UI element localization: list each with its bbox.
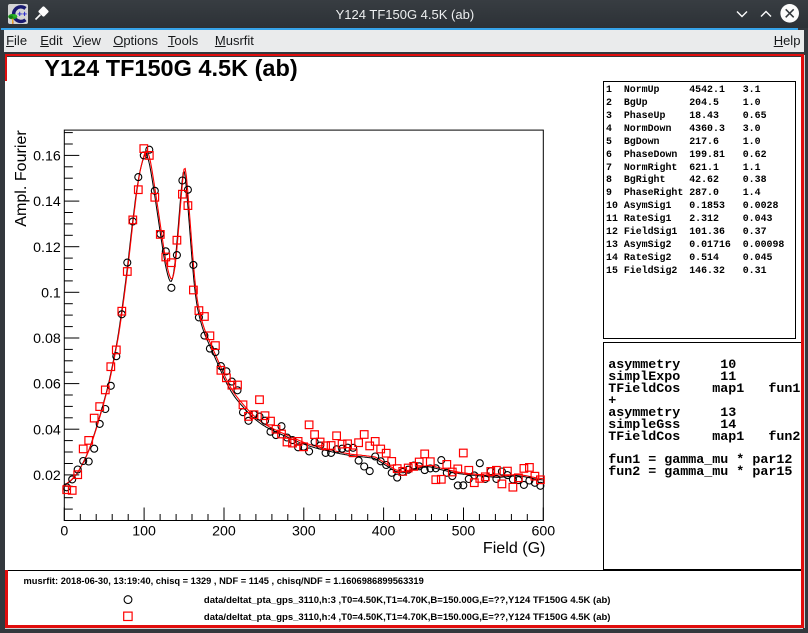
- svg-text:Field (G): Field (G): [483, 539, 546, 557]
- svg-text:0.04: 0.04: [33, 422, 61, 438]
- svg-text:0.02: 0.02: [33, 468, 61, 484]
- svg-text:500: 500: [452, 524, 476, 540]
- svg-text:100: 100: [132, 524, 156, 540]
- svg-text:300: 300: [292, 524, 316, 540]
- svg-text:600: 600: [531, 524, 555, 540]
- svg-text:0.06: 0.06: [33, 377, 61, 393]
- svg-text:200: 200: [212, 524, 236, 540]
- svg-text:0.12: 0.12: [33, 240, 61, 256]
- svg-text:0.14: 0.14: [33, 194, 61, 210]
- svg-text:400: 400: [372, 524, 396, 540]
- svg-text:Ampl. Fourier: Ampl. Fourier: [12, 130, 30, 227]
- svg-text:0.16: 0.16: [33, 149, 61, 165]
- svg-text:0.1: 0.1: [41, 285, 61, 301]
- svg-text:0.08: 0.08: [33, 331, 61, 347]
- svg-text:0: 0: [60, 524, 68, 540]
